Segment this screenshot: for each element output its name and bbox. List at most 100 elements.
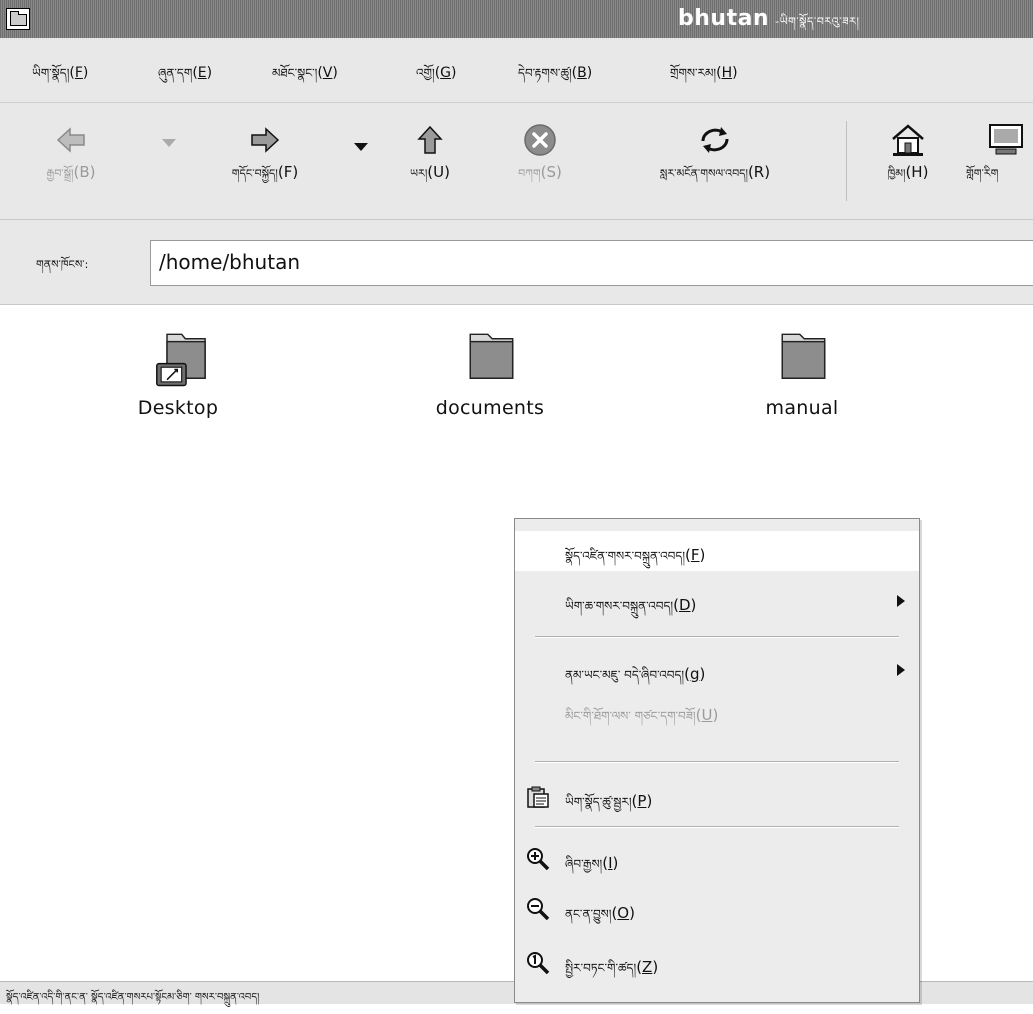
up-shortcut: (U) bbox=[427, 163, 450, 181]
window-title-suffix: -ཡིག་སྣོད་བརའུ་ཟར། bbox=[771, 15, 860, 28]
menu-item-mnemonic: I bbox=[608, 854, 613, 872]
paste-icon bbox=[527, 786, 549, 808]
menu-item-label: སྣོད་འཛིན་གསར་བསྐྲུན་འབད། bbox=[565, 549, 685, 563]
status-text: སྣོད་འཛིན་འདི་གི་ནང་ན་ སྣོད་འཛིན་གསརཔ་སྟ… bbox=[6, 992, 260, 1003]
title-bar: bhutan -ཡིག་སྣོད་བརའུ་ཟར། bbox=[0, 0, 1033, 39]
file-item-desktop[interactable]: Desktop bbox=[88, 327, 268, 419]
toolbar-separator bbox=[846, 121, 847, 201]
menu-item-label: ཡིག་སྣོད་ཚུ་སྦྱར། bbox=[565, 795, 632, 809]
menu-view-mnemonic: V bbox=[322, 65, 333, 81]
menu-item-label: མིང་གི་ཐོག་ལས་ གཙང་དག་བཟོ། bbox=[565, 709, 696, 723]
menu-help-mnemonic: H bbox=[721, 65, 733, 81]
home-label: ཁྱིམ། bbox=[887, 167, 906, 180]
up-arrow-icon bbox=[417, 125, 443, 154]
file-item-manual[interactable]: manual bbox=[712, 327, 892, 419]
computer-button[interactable]: གློག་རིག bbox=[966, 123, 1033, 192]
zoom-in-icon bbox=[527, 848, 550, 871]
menu-item-label: ཞིབ་རྒྱས། bbox=[565, 857, 603, 871]
menu-item-mnemonic: O bbox=[617, 904, 630, 922]
back-arrow-icon bbox=[56, 127, 85, 153]
computer-icon bbox=[989, 124, 1023, 155]
menu-separator bbox=[535, 636, 899, 638]
reload-shortcut: (R) bbox=[747, 163, 771, 181]
reload-button[interactable]: སླར་མངོན་གསལ་འབད།(R) bbox=[600, 123, 830, 192]
home-shortcut: (H) bbox=[905, 163, 929, 181]
file-item-documents[interactable]: documents bbox=[400, 327, 580, 419]
menu-edit[interactable]: ཞུན་དག(E) bbox=[158, 60, 212, 94]
stop-shortcut: (S) bbox=[540, 163, 562, 181]
menu-file-label: ཡིག་སྣོད། bbox=[32, 66, 70, 80]
menu-item-mnemonic: P bbox=[637, 792, 647, 810]
window-menu-icon[interactable] bbox=[6, 8, 30, 30]
menu-item-label: ནང་ན་བྱུས། bbox=[565, 907, 612, 921]
menu-bookmarks-label: དེབ་རྟགས་ཚུ། bbox=[518, 66, 572, 80]
forward-history-dropdown[interactable] bbox=[354, 143, 368, 151]
menu-separator bbox=[535, 826, 899, 828]
menu-item-zoom-in[interactable]: ཞིབ་རྒྱས།(I) bbox=[515, 839, 919, 879]
location-input[interactable]: /home/bhutan bbox=[150, 240, 1033, 286]
menu-item-new-folder[interactable]: སྣོད་འཛིན་གསར་བསྐྲུན་འབད།(F) bbox=[515, 531, 919, 571]
desktop-folder-icon bbox=[156, 333, 206, 387]
menu-help[interactable]: གྲོགས་རམ།(H) bbox=[670, 60, 738, 94]
zoom-normal-icon bbox=[527, 952, 550, 975]
menu-bookmarks[interactable]: དེབ་རྟགས་ཚུ།(B) bbox=[518, 60, 592, 94]
menu-item-zoom-out[interactable]: ནང་ན་བྱུས།(O) bbox=[515, 889, 919, 929]
location-label: གནས་ཁོངས་: bbox=[36, 258, 89, 271]
back-button[interactable]: རྒྱབ་སྒྲོ།(B) bbox=[6, 123, 136, 192]
back-history-dropdown[interactable] bbox=[162, 139, 176, 147]
menu-go[interactable]: འགྱོ།(G) bbox=[416, 60, 456, 94]
computer-label: གློག་རིག bbox=[966, 167, 999, 180]
reload-icon bbox=[701, 127, 729, 153]
window-title-main: bhutan bbox=[678, 6, 770, 31]
menu-item-label: སྤྱིར་བཏང་གི་ཚད། bbox=[565, 961, 637, 975]
file-name: documents bbox=[435, 397, 545, 419]
reload-label: སླར་མངོན་གསལ་འབད། bbox=[659, 167, 748, 180]
submenu-arrow-icon bbox=[897, 595, 905, 607]
menu-item-mnemonic: D bbox=[678, 596, 691, 614]
menu-bar: ཡིག་སྣོད།(F) ཞུན་དག(E) མཐོང་སྣང་།(V) འགྱ… bbox=[0, 38, 1033, 103]
home-button[interactable]: ཁྱིམ།(H) bbox=[858, 123, 958, 192]
menu-item-new-document[interactable]: ཡིག་ཆ་གསར་བསྐྲུན་འབད།(D) bbox=[515, 581, 919, 621]
context-menu: སྣོད་འཛིན་གསར་བསྐྲུན་འབད།(F) ཡིག་ཆ་གསར་བ… bbox=[514, 518, 920, 1003]
folder-icon bbox=[781, 333, 826, 379]
menu-item-scripts[interactable]: ནམ་ཡང་མཇུ་ བདེ་ཞིབ་འབད།(g) bbox=[515, 650, 919, 690]
location-bar: གནས་ཁོངས་: /home/bhutan bbox=[0, 220, 1033, 305]
menu-view[interactable]: མཐོང་སྣང་།(V) bbox=[272, 60, 338, 94]
menu-item-normal-size[interactable]: སྤྱིར་བཏང་གི་ཚད།(Z) bbox=[515, 943, 919, 983]
file-name: Desktop bbox=[137, 397, 219, 419]
menu-bookmarks-mnemonic: B bbox=[577, 65, 587, 81]
menu-help-label: གྲོགས་རམ། bbox=[670, 66, 717, 80]
toolbar: རྒྱབ་སྒྲོ།(B) གདོང་བསྐྱོད།(F) ཡར།(U) བཀག… bbox=[0, 103, 1033, 220]
menu-view-label: མཐོང་སྣང་། bbox=[272, 66, 318, 80]
menu-item-label: ཡིག་ཆ་གསར་བསྐྲུན་འབད། bbox=[565, 599, 674, 613]
forward-arrow-icon bbox=[251, 127, 280, 153]
menu-edit-label: ཞུན་དག bbox=[158, 66, 193, 80]
menu-file-mnemonic: F bbox=[74, 65, 83, 81]
menu-separator bbox=[535, 761, 899, 763]
menu-go-mnemonic: G bbox=[440, 65, 452, 81]
window-title: bhutan -ཡིག་སྣོད་བརའུ་ཟར། bbox=[678, 6, 859, 40]
menu-item-mnemonic: F bbox=[690, 546, 700, 564]
submenu-arrow-icon bbox=[897, 664, 905, 676]
forward-label: གདོང་བསྐྱོད། bbox=[231, 167, 278, 180]
up-button[interactable]: ཡར།(U) bbox=[380, 123, 480, 192]
file-name: manual bbox=[765, 397, 839, 419]
menu-edit-mnemonic: E bbox=[197, 65, 207, 81]
forward-button[interactable]: གདོང་བསྐྱོད།(F) bbox=[200, 123, 330, 192]
menu-item-mnemonic: Z bbox=[642, 958, 653, 976]
stop-label: བཀག bbox=[518, 167, 541, 180]
menu-item-clean-up-by-name[interactable]: མིང་གི་ཐོག་ལས་ གཙང་དག་བཟོ།(U) bbox=[515, 691, 919, 731]
menu-item-paste-files[interactable]: ཡིག་སྣོད་ཚུ་སྦྱར།(P) bbox=[515, 777, 919, 817]
home-icon bbox=[892, 124, 924, 156]
back-label: རྒྱབ་སྒྲོ། bbox=[46, 167, 74, 180]
menu-item-label: ནམ་ཡང་མཇུ་ བདེ་ཞིབ་འབད། bbox=[565, 668, 685, 682]
menu-item-mnemonic: U bbox=[701, 706, 713, 724]
folder-icon bbox=[469, 333, 514, 379]
menu-file[interactable]: ཡིག་སྣོད།(F) bbox=[32, 60, 88, 94]
stop-icon bbox=[524, 124, 556, 156]
forward-shortcut: (F) bbox=[277, 163, 299, 181]
menu-go-label: འགྱོ། bbox=[416, 66, 435, 80]
back-shortcut: (B) bbox=[73, 163, 96, 181]
stop-button[interactable]: བཀག(S) bbox=[490, 123, 590, 192]
menu-item-mnemonic: g bbox=[689, 665, 700, 683]
